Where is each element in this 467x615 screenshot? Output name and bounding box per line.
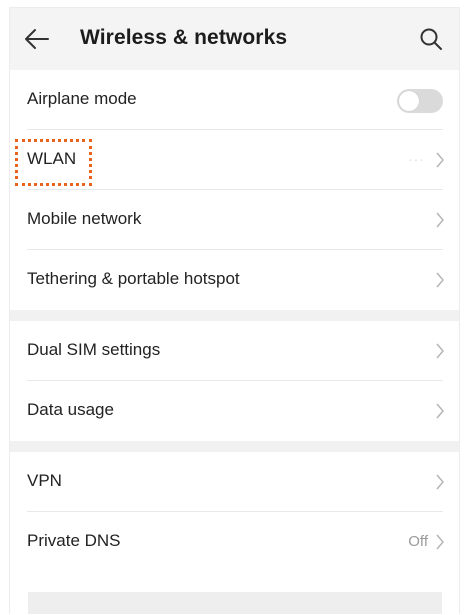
- mobile-network-label: Mobile network: [27, 209, 142, 228]
- data-usage-row[interactable]: Data usage: [10, 381, 459, 441]
- wlan-status: ···: [408, 151, 425, 167]
- chevron-right-icon: [436, 152, 444, 168]
- toggle-knob: [399, 91, 419, 111]
- section-gap: [10, 441, 459, 452]
- search-icon[interactable]: [419, 27, 443, 51]
- section-gap: [10, 310, 459, 321]
- data-usage-label: Data usage: [27, 400, 114, 419]
- wlan-label: WLAN: [27, 149, 77, 168]
- dual-sim-label: Dual SIM settings: [27, 340, 161, 359]
- mobile-network-row[interactable]: Mobile network: [10, 190, 459, 250]
- bottom-placeholder: [28, 592, 442, 614]
- airplane-mode-label: Airplane mode: [27, 89, 137, 108]
- app-header: Wireless & networks: [10, 8, 459, 70]
- airplane-mode-row[interactable]: Airplane mode: [10, 70, 459, 130]
- private-dns-label: Private DNS: [27, 531, 121, 550]
- settings-screen: Wireless & networks Airplane mode WLAN ·…: [9, 7, 460, 614]
- page-title: Wireless & networks: [80, 26, 288, 49]
- vpn-row[interactable]: VPN: [10, 452, 459, 512]
- chevron-right-icon: [436, 474, 444, 490]
- chevron-right-icon: [436, 272, 444, 288]
- private-dns-row[interactable]: Private DNS Off: [10, 512, 459, 572]
- private-dns-status: Off: [408, 533, 428, 550]
- wlan-row[interactable]: WLAN ···: [10, 130, 459, 190]
- tethering-label: Tethering & portable hotspot: [27, 269, 240, 288]
- dual-sim-row[interactable]: Dual SIM settings: [10, 321, 459, 381]
- chevron-right-icon: [436, 403, 444, 419]
- vpn-label: VPN: [27, 471, 62, 490]
- arrow-left-icon[interactable]: [24, 27, 50, 51]
- chevron-right-icon: [436, 534, 444, 550]
- tethering-row[interactable]: Tethering & portable hotspot: [10, 250, 459, 310]
- airplane-mode-toggle[interactable]: [397, 89, 443, 113]
- chevron-right-icon: [436, 212, 444, 228]
- chevron-right-icon: [436, 343, 444, 359]
